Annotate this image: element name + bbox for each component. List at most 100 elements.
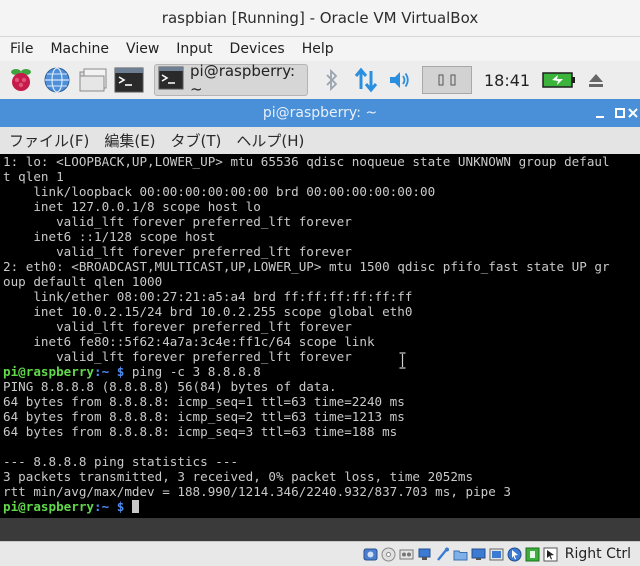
prompt-user: pi@raspberry: [3, 364, 94, 379]
battery-icon[interactable]: [542, 66, 576, 94]
cpu-monitor-icon[interactable]: [422, 66, 472, 94]
output-text: t qlen 1: [3, 169, 64, 184]
menu-input[interactable]: Input: [166, 37, 219, 61]
terminal-line: link/loopback 00:00:00:00:00:00 brd 00:0…: [0, 184, 640, 199]
video-capture-icon[interactable]: [489, 547, 504, 562]
terminal-line: inet6 ::1/128 scope host: [0, 229, 640, 244]
output-text: inet 10.0.2.15/24 brd 10.0.2.255 scope g…: [3, 304, 413, 319]
vbox-title-bar[interactable]: raspbian [Running] - Oracle VM VirtualBo…: [0, 0, 640, 37]
vbox-status-bar: Right Ctrl: [0, 541, 640, 566]
terminal-menu-bar: ファイル(F) 編集(E) タブ(T) ヘルプ(H): [0, 127, 640, 154]
output-text: 64 bytes from 8.8.8.8: icmp_seq=2 ttl=63…: [3, 409, 405, 424]
terminal-prompt-line: pi@raspberry:~ $: [0, 499, 640, 514]
prompt-path: :~ $: [94, 499, 125, 514]
output-text: link/ether 08:00:27:21:a5:a4 brd ff:ff:f…: [3, 289, 413, 304]
web-browser-icon[interactable]: [42, 65, 72, 95]
terminal-line: inet6 fe80::5f62:4a7a:3c4e:ff1c/64 scope…: [0, 334, 640, 349]
terminal-line: link/ether 08:00:27:21:a5:a4 brd ff:ff:f…: [0, 289, 640, 304]
terminal-prompt-line: pi@raspberry:~ $ ping -c 3 8.8.8.8: [0, 364, 640, 379]
terminal-line: 3 packets transmitted, 3 received, 0% pa…: [0, 469, 640, 484]
menu-devices[interactable]: Devices: [220, 37, 292, 61]
menu-file[interactable]: File: [0, 37, 40, 61]
mouse-integration-icon[interactable]: [507, 547, 522, 562]
host-key-arrow-icon[interactable]: [543, 547, 558, 562]
guest-display[interactable]: pi@raspberry: ~ 18:41 pi@raspberry: ~ ファ…: [0, 61, 640, 541]
terminal-title-bar[interactable]: pi@raspberry: ~: [0, 99, 640, 127]
close-icon[interactable]: [626, 99, 640, 127]
host-key-label: Right Ctrl: [564, 546, 631, 562]
output-text: oup default qlen 1000: [3, 274, 163, 289]
terminal-line: valid_lft forever preferred_lft forever: [0, 349, 640, 364]
terminal-menu-file[interactable]: ファイル(F): [0, 130, 95, 151]
prompt-path: :~ $: [94, 364, 125, 379]
audio-icon[interactable]: [399, 547, 414, 562]
terminal-menu-edit[interactable]: 編集(E): [95, 130, 161, 151]
system-tray: 18:41: [320, 66, 608, 94]
terminal-line: valid_lft forever preferred_lft forever: [0, 319, 640, 334]
output-text: 1: lo: <LOOPBACK,UP,LOWER_UP> mtu 65536 …: [3, 154, 610, 169]
menu-help[interactable]: Help: [292, 37, 341, 61]
network-adapter-icon[interactable]: [417, 547, 432, 562]
vbox-menu-bar: File Machine View Input Devices Help: [0, 37, 640, 61]
terminal-line: --- 8.8.8.8 ping statistics ---: [0, 454, 640, 469]
usb-icon[interactable]: [435, 547, 450, 562]
volume-icon[interactable]: [388, 66, 412, 94]
guest-taskbar: pi@raspberry: ~ 18:41: [0, 61, 640, 99]
output-text: inet6 fe80::5f62:4a7a:3c4e:ff1c/64 scope…: [3, 334, 375, 349]
terminal-icon[interactable]: [114, 65, 144, 95]
terminal-line: 64 bytes from 8.8.8.8: icmp_seq=2 ttl=63…: [0, 409, 640, 424]
output-text: valid_lft forever preferred_lft forever: [3, 214, 352, 229]
guest-additions-icon[interactable]: [525, 547, 540, 562]
text-cursor-icon: [399, 352, 406, 369]
terminal-menu-help[interactable]: ヘルプ(H): [227, 130, 310, 151]
output-text: valid_lft forever preferred_lft forever: [3, 319, 352, 334]
terminal-output[interactable]: 1: lo: <LOOPBACK,UP,LOWER_UP> mtu 65536 …: [0, 154, 640, 518]
terminal-line: valid_lft forever preferred_lft forever: [0, 244, 640, 259]
terminal-line: 64 bytes from 8.8.8.8: icmp_seq=3 ttl=63…: [0, 424, 640, 439]
output-text: inet6 ::1/128 scope host: [3, 229, 216, 244]
optical-drive-icon[interactable]: [381, 547, 396, 562]
terminal-menu-tabs[interactable]: タブ(T): [162, 130, 228, 151]
command-text: ping -c 3 8.8.8.8: [124, 364, 261, 379]
task-terminal-icon: [158, 66, 184, 94]
prompt-user: pi@raspberry: [3, 499, 94, 514]
shared-folder-icon[interactable]: [453, 547, 468, 562]
network-icon[interactable]: [354, 66, 378, 94]
terminal-line: 1: lo: <LOOPBACK,UP,LOWER_UP> mtu 65536 …: [0, 154, 640, 169]
output-text: valid_lft forever preferred_lft forever: [3, 349, 352, 364]
output-text: link/loopback 00:00:00:00:00:00 brd 00:0…: [3, 184, 436, 199]
terminal-line: 2: eth0: <BROADCAST,MULTICAST,UP,LOWER_U…: [0, 259, 640, 274]
hard-disk-icon[interactable]: [363, 547, 378, 562]
menu-view[interactable]: View: [116, 37, 166, 61]
output-text: PING 8.8.8.8 (8.8.8.8) 56(84) bytes of d…: [3, 379, 337, 394]
terminal-line: 64 bytes from 8.8.8.8: icmp_seq=1 ttl=63…: [0, 394, 640, 409]
output-text: inet 127.0.0.1/8 scope host lo: [3, 199, 261, 214]
command-text: [124, 499, 132, 514]
terminal-line: valid_lft forever preferred_lft forever: [0, 214, 640, 229]
output-text: valid_lft forever preferred_lft forever: [3, 244, 352, 259]
raspberry-menu-icon[interactable]: [6, 65, 36, 95]
menu-machine[interactable]: Machine: [40, 37, 116, 61]
terminal-title: pi@raspberry: ~: [262, 105, 378, 121]
terminal-line: t qlen 1: [0, 169, 640, 184]
eject-icon[interactable]: [584, 66, 608, 94]
bluetooth-icon[interactable]: [320, 66, 344, 94]
output-text: 64 bytes from 8.8.8.8: icmp_seq=1 ttl=63…: [3, 394, 405, 409]
window-title: raspbian [Running] - Oracle VM VirtualBo…: [161, 9, 479, 27]
terminal-line: rtt min/avg/max/mdev = 188.990/1214.346/…: [0, 484, 640, 499]
display-icon[interactable]: [471, 547, 486, 562]
terminal-cursor: [131, 500, 139, 513]
output-text: 64 bytes from 8.8.8.8: icmp_seq=3 ttl=63…: [3, 424, 398, 439]
terminal-line: PING 8.8.8.8 (8.8.8.8) 56(84) bytes of d…: [0, 379, 640, 394]
clock[interactable]: 18:41: [484, 71, 530, 90]
terminal-line: inet 127.0.0.1/8 scope host lo: [0, 199, 640, 214]
output-text: --- 8.8.8.8 ping statistics ---: [3, 454, 239, 469]
file-manager-icon[interactable]: [78, 65, 108, 95]
guest-desktop-strip: [0, 518, 640, 541]
terminal-line: oup default qlen 1000: [0, 274, 640, 289]
taskbar-terminal-task[interactable]: pi@raspberry: ~: [154, 62, 308, 98]
output-text: 2: eth0: <BROADCAST,MULTICAST,UP,LOWER_U…: [3, 259, 610, 274]
output-text: 3 packets transmitted, 3 received, 0% pa…: [3, 469, 474, 484]
output-text: rtt min/avg/max/mdev = 188.990/1214.346/…: [3, 484, 511, 499]
